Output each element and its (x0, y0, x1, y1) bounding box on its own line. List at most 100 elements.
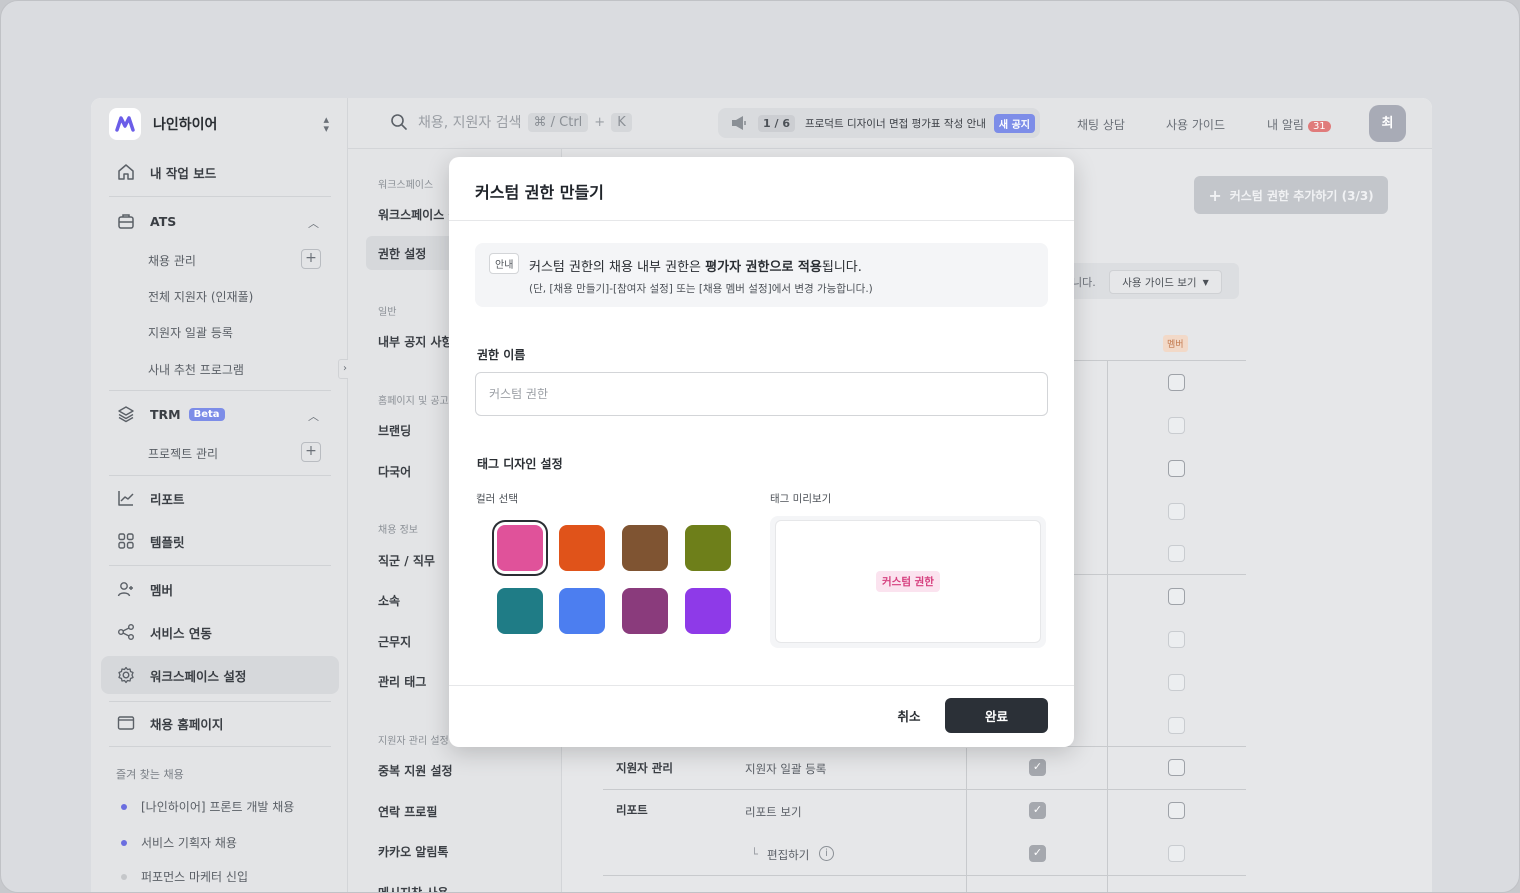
permission-checkbox[interactable] (1168, 545, 1185, 562)
add-custom-role-label: 커스텀 권한 추가하기 (3/3) (1229, 188, 1374, 203)
notice-banner[interactable]: 1 / 6 프로덕트 디자이너 면접 평가표 작성 안내 새 공지 (718, 108, 1040, 138)
settings-item-messenger[interactable]: 메시지창 사용 (378, 884, 448, 892)
top-header: 채용, 지원자 검색 ⌘ / Ctrl + K 1 / 6 프로덕트 디자이너 … (348, 98, 1432, 149)
role-name-label: 권한 이름 (477, 348, 526, 362)
home-icon (115, 161, 137, 183)
sidebar: 나인하이어 ▴ ▾ 내 작업 보드 ATS ︿ 채용 관리 + 전체 지원자 (인… (91, 98, 348, 892)
add-project-button[interactable]: + (301, 442, 321, 462)
favorite-item[interactable]: 서비스 기획자 채용 (121, 834, 237, 851)
color-select-label: 컬러 선택 (476, 493, 518, 505)
add-recruit-button[interactable]: + (301, 249, 321, 269)
sidebar-item-career-site[interactable]: 채용 홈페이지 (101, 704, 339, 742)
window-icon (115, 712, 137, 734)
color-swatch-pink[interactable] (497, 525, 543, 571)
permission-checkbox[interactable] (1168, 802, 1185, 819)
permission-checkbox[interactable] (1168, 717, 1185, 734)
color-swatch-teal[interactable] (497, 588, 543, 634)
divider (109, 565, 331, 566)
color-swatch-purple[interactable] (685, 588, 731, 634)
settings-item-contact[interactable]: 연락 프로필 (378, 803, 437, 820)
view-guide-label: 사용 가이드 보기 (1122, 276, 1197, 289)
permission-checkbox[interactable] (1168, 503, 1185, 520)
guide-link[interactable]: 사용 가이드 (1166, 116, 1225, 133)
settings-section-title: 워크스페이스 (378, 180, 434, 191)
chat-link[interactable]: 채팅 상담 (1077, 116, 1125, 133)
sidebar-item-workspace-settings[interactable]: 워크스페이스 설정 (101, 656, 339, 694)
shortcut-plus: + (594, 114, 606, 130)
sidebar-item-bulk-import[interactable]: 지원자 일괄 등록 (148, 324, 233, 341)
settings-item-location[interactable]: 근무지 (378, 633, 411, 650)
settings-item-kakao[interactable]: 카카오 알림톡 (378, 843, 448, 860)
view-guide-button[interactable]: 사용 가이드 보기 ▼ (1109, 270, 1222, 294)
sidebar-section-ats[interactable]: ATS ︿ (101, 202, 339, 240)
sidebar-item-referral[interactable]: 사내 추천 프로그램 (148, 361, 244, 378)
permission-checkbox[interactable] (1168, 374, 1185, 391)
settings-item-tags[interactable]: 관리 태그 (378, 673, 426, 690)
cancel-button[interactable]: 취소 (887, 702, 931, 728)
member-role-tag: 멤버 (1163, 335, 1188, 352)
permission-checkbox-checked[interactable]: ✓ (1029, 759, 1046, 776)
role-name-input[interactable] (475, 372, 1048, 416)
tag-preview-label: 태그 미리보기 (770, 493, 832, 505)
sidebar-section-trm[interactable]: TRM Beta ︿ (101, 395, 339, 433)
avatar[interactable]: 최 (1369, 105, 1406, 142)
add-custom-role-button[interactable]: + 커스텀 권한 추가하기 (3/3) (1194, 176, 1388, 214)
permission-checkbox[interactable] (1168, 417, 1185, 434)
settings-item-jobs[interactable]: 직군 / 직무 (378, 552, 435, 569)
favorite-item[interactable]: [나인하이어] 프론트 개발 채용 (121, 798, 294, 815)
info-subtext: (단, [채용 만들기]-[참여자 설정] 또는 [채용 멤버 설정]에서 변경… (529, 283, 873, 295)
settings-item-org[interactable]: 소속 (378, 592, 400, 609)
color-swatch-olive[interactable] (685, 525, 731, 571)
permission-group: 지원자 관리 (616, 761, 673, 775)
confirm-button[interactable]: 완료 (945, 698, 1048, 733)
color-swatch-orange[interactable] (559, 525, 605, 571)
permission-checkbox-checked[interactable]: ✓ (1029, 802, 1046, 819)
settings-item-workspace[interactable]: 워크스페이스 정 (378, 206, 459, 223)
share-icon (115, 621, 137, 643)
sidebar-item-report[interactable]: 리포트 (101, 479, 339, 517)
chevron-up-icon[interactable]: ︿ (308, 408, 319, 424)
settings-item-branding[interactable]: 브랜딩 (378, 422, 411, 439)
divider (109, 196, 331, 197)
info-text-bold: 평가자 권한으로 적용 (705, 260, 822, 275)
sidebar-item-label: 리포트 (150, 491, 185, 507)
settings-section-title: 홈페이지 및 공고 (378, 396, 449, 407)
settings-item-permissions[interactable]: 권한 설정 (378, 245, 426, 262)
sidebar-item-recruit[interactable]: 채용 관리 (148, 252, 196, 269)
permission-checkbox[interactable] (1168, 631, 1185, 648)
shortcut-key: K (611, 112, 632, 132)
color-swatch-blue[interactable] (559, 588, 605, 634)
sidebar-item-dashboard[interactable]: 내 작업 보드 (101, 153, 339, 191)
info-notice: 안내 커스텀 권한의 채용 내부 권한은 평가자 권한으로 적용됩니다. (단,… (475, 243, 1048, 307)
layers-icon (115, 403, 137, 425)
sidebar-item-member[interactable]: 멤버 (101, 570, 339, 608)
permission-checkbox[interactable] (1168, 460, 1185, 477)
sidebar-item-template[interactable]: 템플릿 (101, 522, 339, 560)
permission-checkbox[interactable] (1168, 588, 1185, 605)
settings-item-duplicate[interactable]: 중복 지원 설정 (378, 762, 453, 779)
info-text-pre: 커스텀 권한의 채용 내부 권한은 (529, 260, 706, 275)
permission-checkbox[interactable] (1168, 845, 1185, 862)
chevron-up-icon[interactable]: ︿ (308, 215, 319, 231)
modal-title: 커스텀 권한 만들기 (475, 183, 604, 202)
permission-item: 리포트 보기 (745, 805, 802, 819)
sidebar-item-integrations[interactable]: 서비스 연동 (101, 613, 339, 651)
divider (109, 701, 331, 702)
sidebar-section-label: ATS (150, 213, 177, 229)
sidebar-item-candidates[interactable]: 전체 지원자 (인재풀) (148, 288, 253, 305)
color-swatch-plum[interactable] (622, 588, 668, 634)
settings-item-language[interactable]: 다국어 (378, 463, 411, 480)
color-swatch-brown[interactable] (622, 525, 668, 571)
permission-checkbox-checked[interactable]: ✓ (1029, 845, 1046, 862)
notifications-link[interactable]: 내 알림 31 (1267, 116, 1331, 133)
info-icon[interactable]: i (819, 846, 834, 861)
search-bar[interactable]: 채용, 지원자 검색 ⌘ / Ctrl + K (390, 112, 632, 132)
sidebar-item-projects[interactable]: 프로젝트 관리 (148, 445, 218, 462)
caret-down-icon: ▼ (1202, 277, 1209, 287)
permission-checkbox[interactable] (1168, 674, 1185, 691)
settings-item-notice[interactable]: 내부 공지 사항 (378, 333, 453, 350)
workspace-switcher[interactable]: 나인하이어 ▴ ▾ (109, 106, 329, 142)
permission-checkbox[interactable] (1168, 759, 1185, 776)
favorite-item[interactable]: 퍼포먼스 마케터 신입 (121, 868, 248, 885)
notifications-label: 내 알림 (1267, 118, 1304, 132)
